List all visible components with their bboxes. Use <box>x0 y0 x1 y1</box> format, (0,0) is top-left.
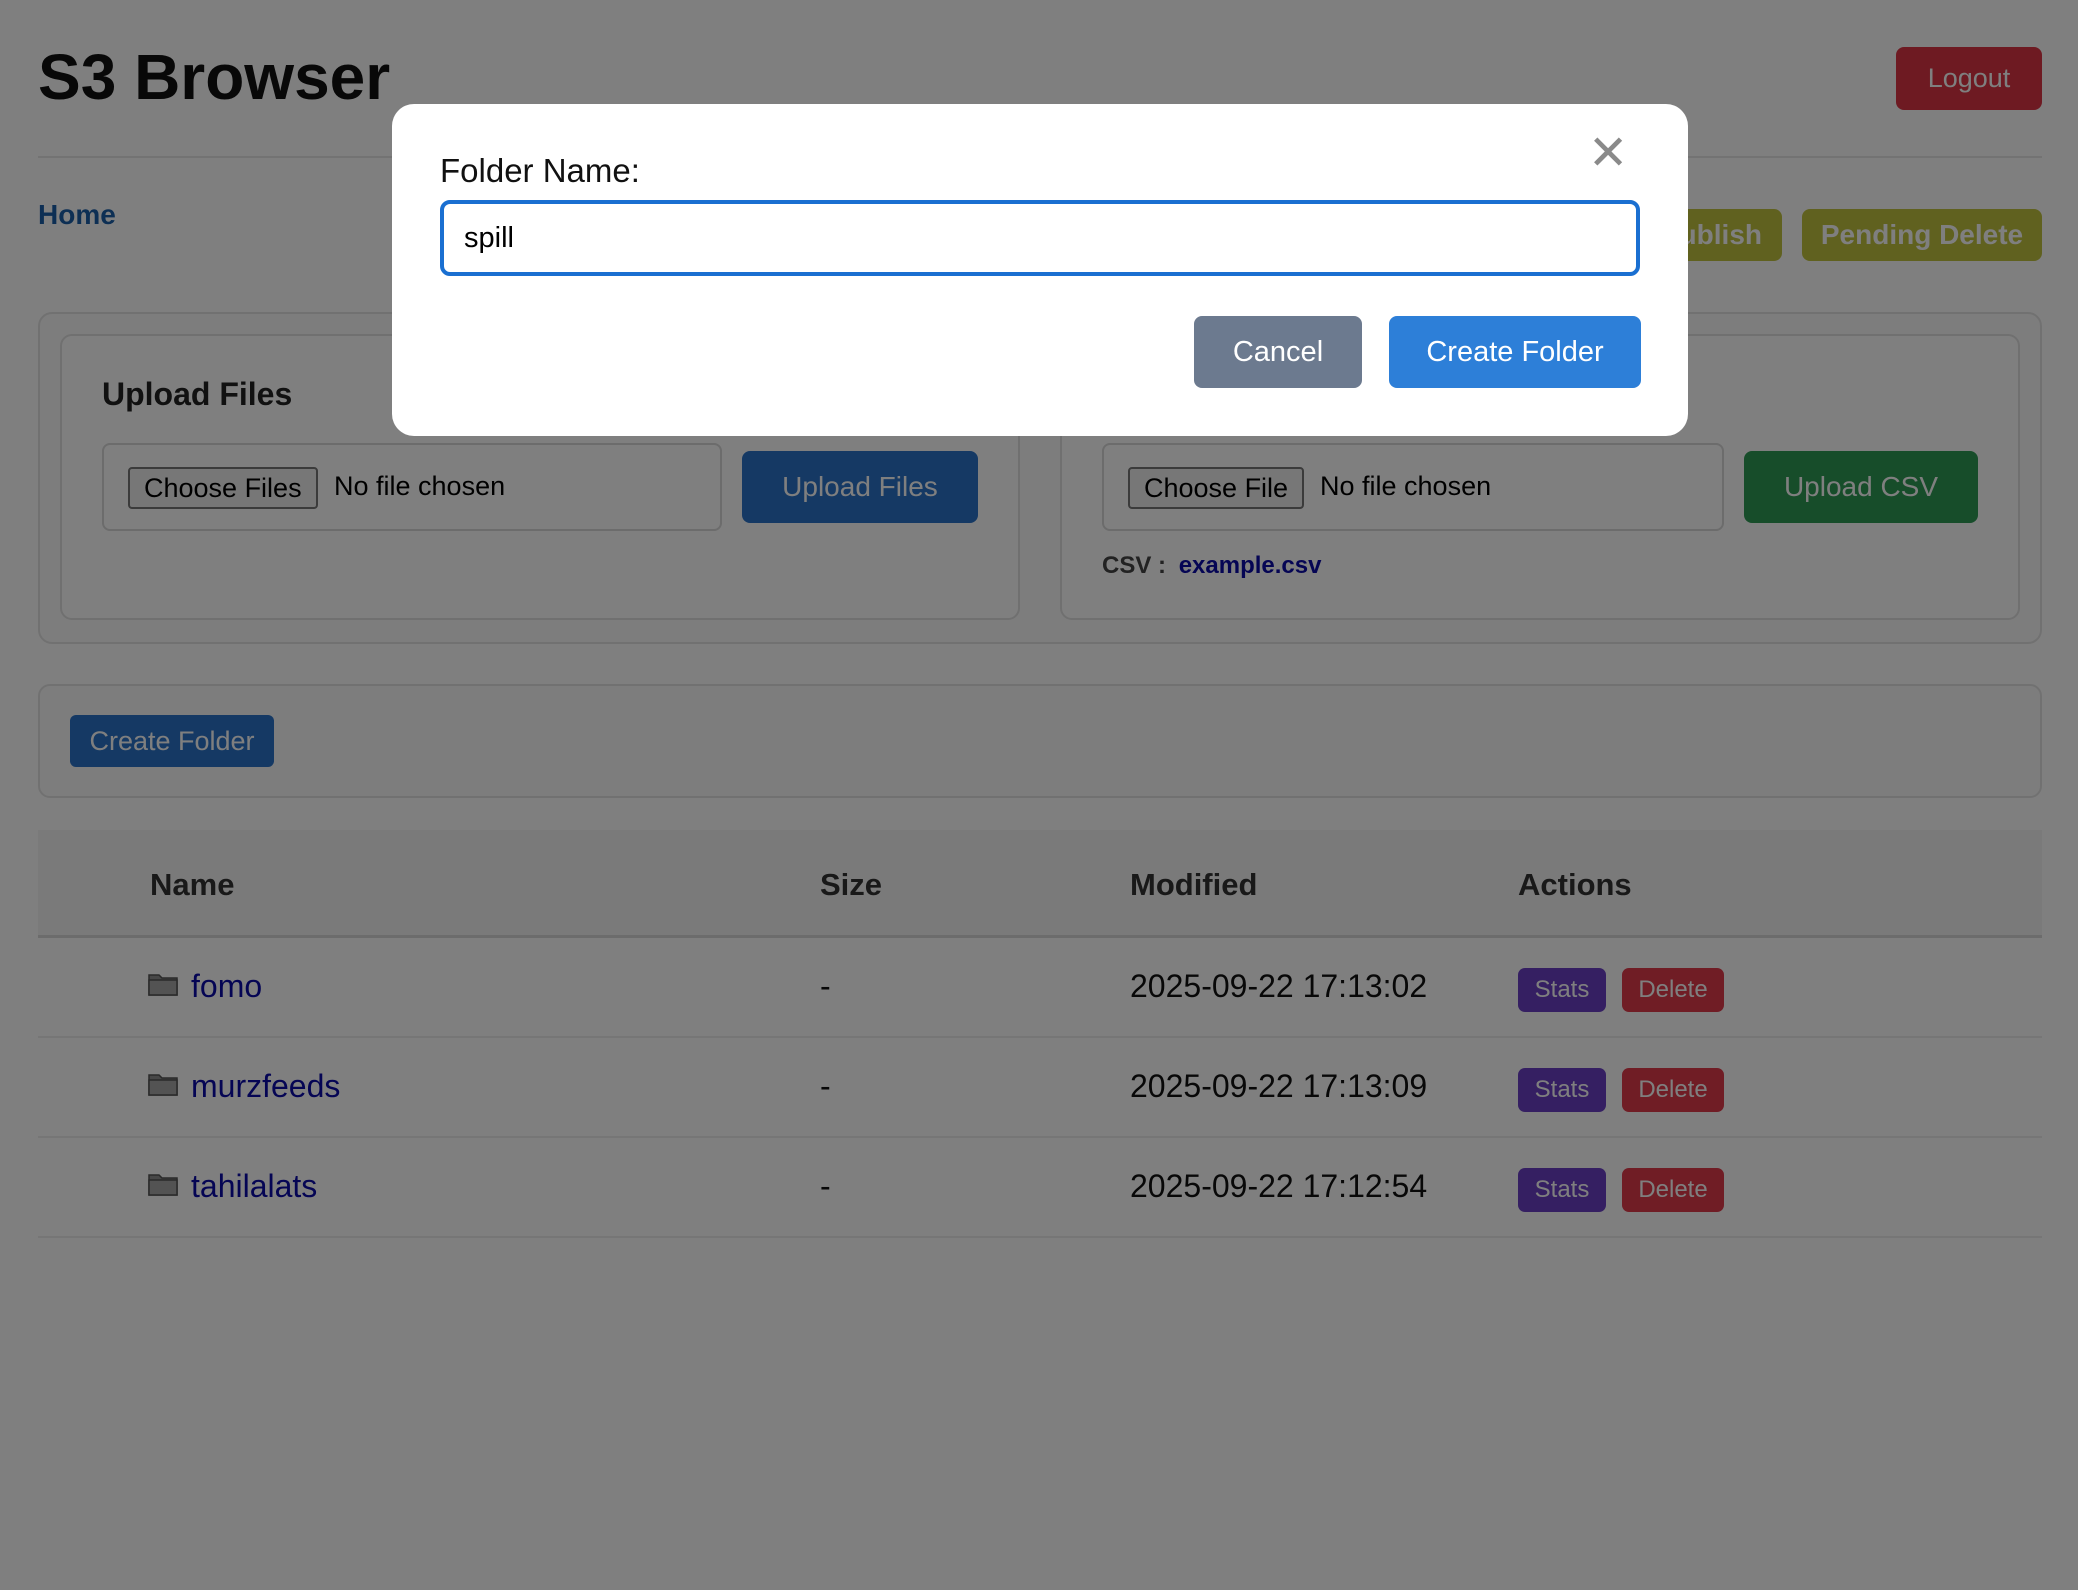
folder-name-input[interactable] <box>440 200 1640 276</box>
close-icon[interactable]: ✕ <box>1588 130 1628 178</box>
cancel-button[interactable]: Cancel <box>1194 316 1362 388</box>
page: S3 Browser Logout Home Publish Pending D… <box>0 0 2078 1590</box>
create-folder-modal: ✕ Folder Name: Cancel Create Folder <box>392 104 1688 436</box>
create-folder-confirm-button[interactable]: Create Folder <box>1389 316 1641 388</box>
folder-name-label: Folder Name: <box>440 152 640 189</box>
